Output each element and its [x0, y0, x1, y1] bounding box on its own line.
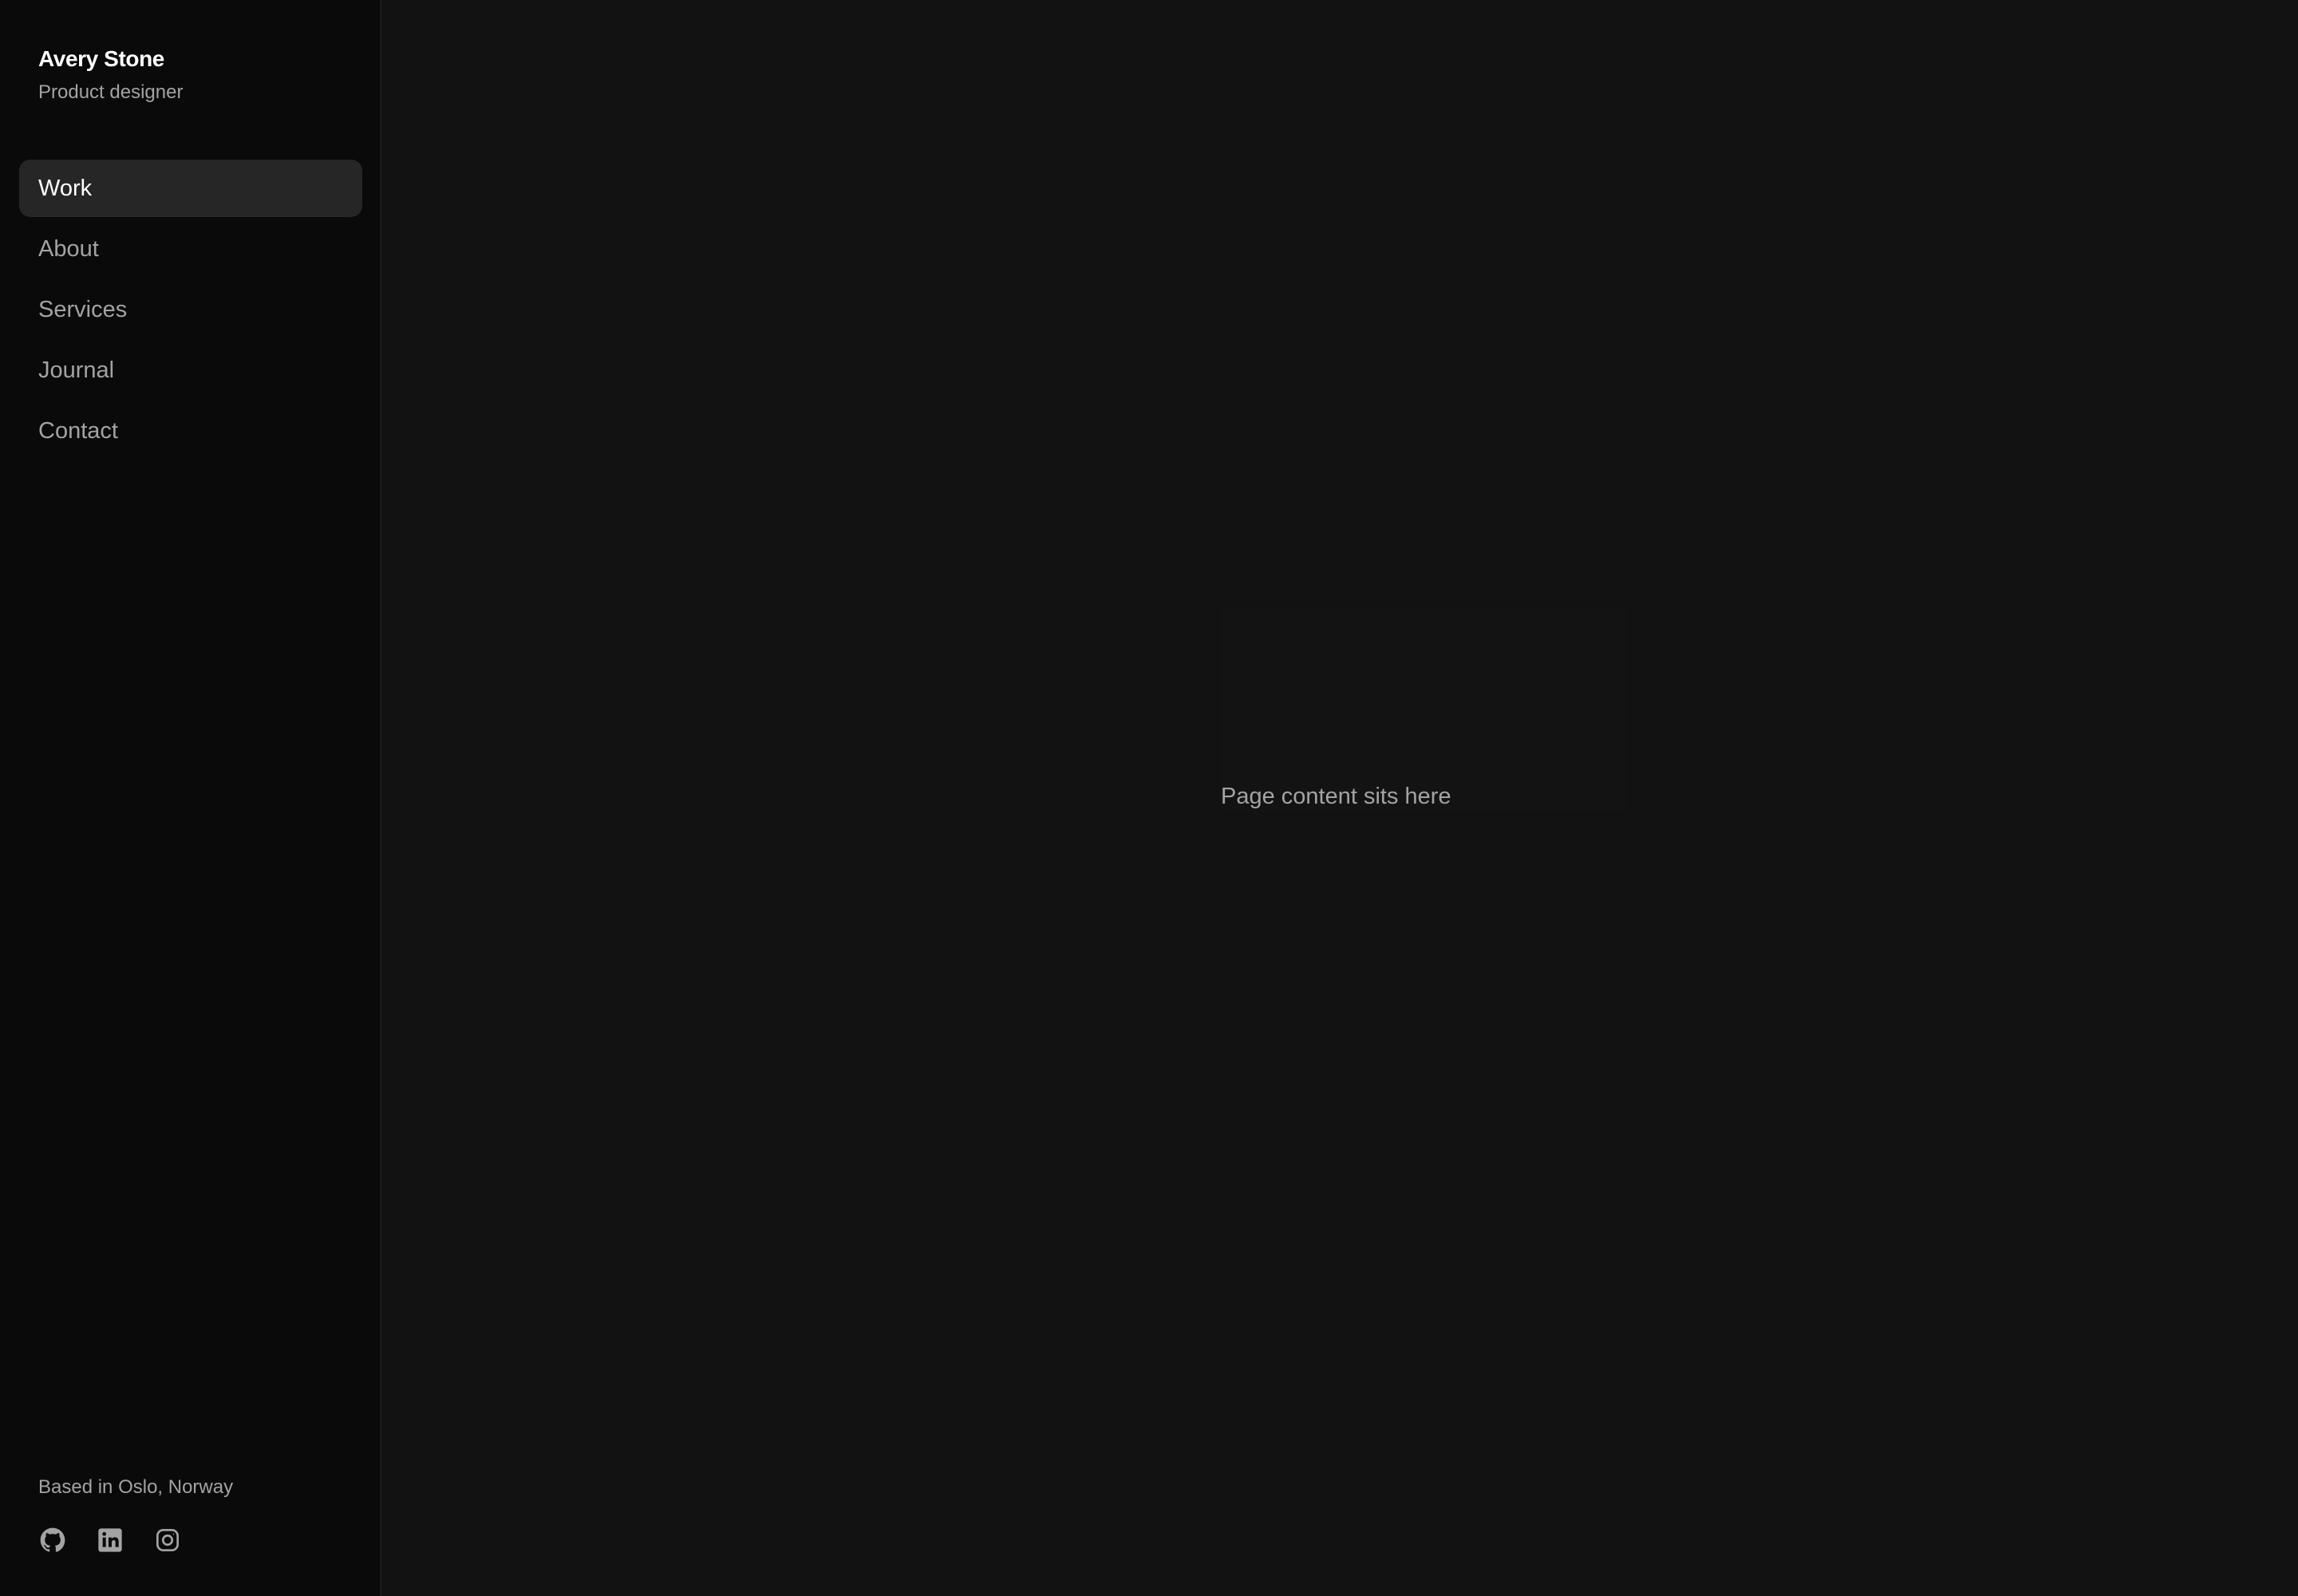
profile-header: Avery Stone Product designer: [38, 45, 183, 105]
nav-item-label: About: [38, 235, 99, 262]
github-link[interactable]: [38, 1526, 67, 1555]
nav-item-contact[interactable]: Contact: [19, 402, 362, 460]
main-nav: Work About Services Journal Contact: [19, 160, 362, 463]
instagram-icon: [155, 1527, 180, 1553]
nav-item-about[interactable]: About: [19, 220, 362, 278]
social-links: [38, 1526, 233, 1555]
placeholder-text: Page content sits here: [1221, 784, 1451, 809]
nav-item-label: Services: [38, 296, 128, 322]
app-shell: Avery Stone Product designer Work About …: [0, 0, 2298, 1596]
nav-item-journal[interactable]: Journal: [19, 342, 362, 399]
profile-name[interactable]: Avery Stone: [38, 45, 183, 73]
instagram-link[interactable]: [153, 1526, 182, 1555]
location-text: Based in Oslo, Norway: [38, 1476, 234, 1498]
profile-role: Product designer: [38, 81, 184, 103]
linkedin-link[interactable]: [96, 1526, 124, 1555]
sidebar: Avery Stone Product designer Work About …: [0, 0, 381, 1596]
main-content: Page content sits here: [381, 0, 2298, 1596]
nav-item-work[interactable]: Work: [19, 160, 362, 217]
nav-item-label: Contact: [38, 417, 118, 444]
content-placeholder: Page content sits here: [1221, 606, 1628, 811]
github-icon: [40, 1527, 65, 1553]
linkedin-icon: [97, 1527, 123, 1553]
nav-item-services[interactable]: Services: [19, 281, 362, 338]
nav-item-label: Work: [38, 175, 93, 201]
sidebar-footer: Based in Oslo, Norway: [38, 1475, 233, 1555]
nav-item-label: Journal: [38, 357, 115, 383]
